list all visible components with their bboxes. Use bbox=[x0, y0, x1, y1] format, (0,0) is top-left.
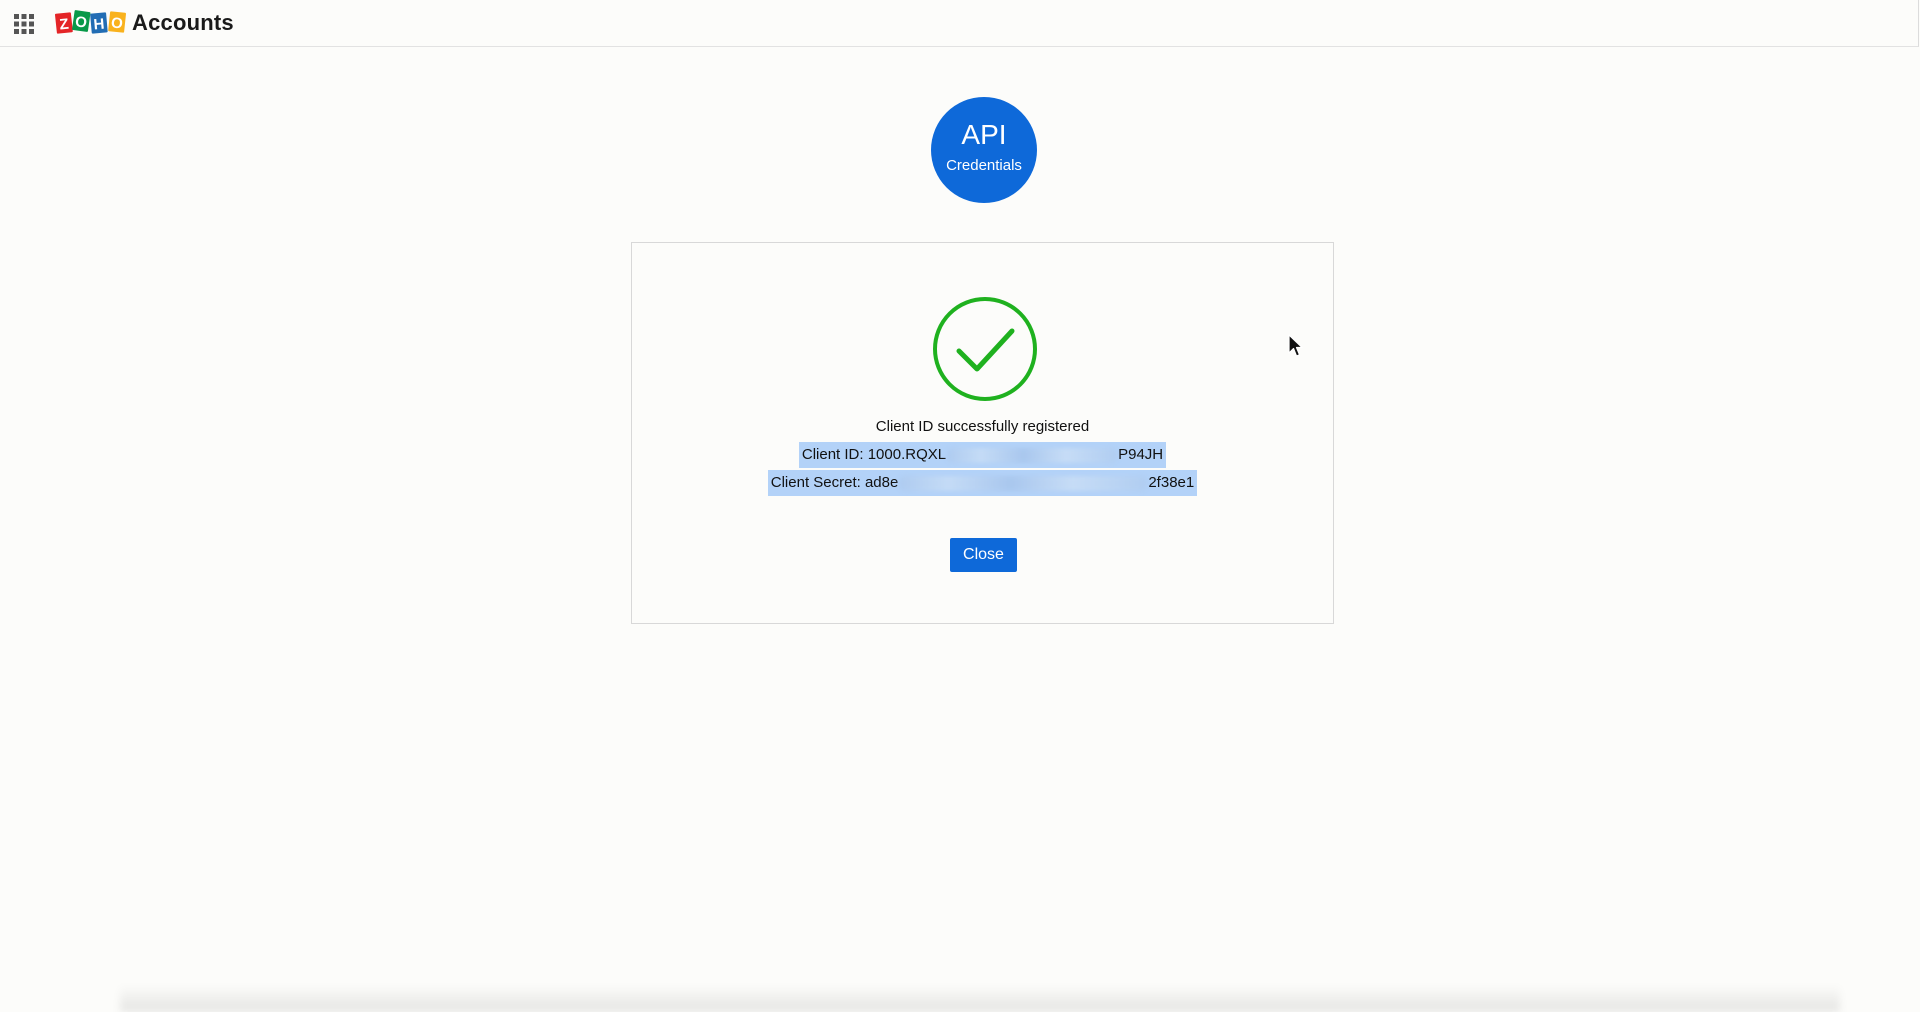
success-message: Client ID successfully registered bbox=[875, 418, 1090, 435]
client-id-line: Client ID: 1000.RQXL P94JH bbox=[632, 442, 1333, 468]
svg-text:Z: Z bbox=[59, 16, 70, 34]
badge-subtitle: Credentials bbox=[946, 157, 1022, 174]
registration-success-panel: Client ID successfully registered Client… bbox=[631, 242, 1334, 624]
client-secret-line: Client Secret: ad8e 2f38e1 bbox=[632, 470, 1333, 496]
svg-text:O: O bbox=[110, 14, 124, 32]
client-id-end: P94JH bbox=[1118, 446, 1164, 463]
badge-title: API bbox=[961, 119, 1007, 150]
client-id-label: Client ID: 1000.RQXL bbox=[801, 446, 947, 463]
client-secret-end: 2f38e1 bbox=[1148, 474, 1195, 491]
client-secret-label: Client Secret: ad8e bbox=[770, 474, 899, 491]
mouse-cursor-icon bbox=[1288, 334, 1303, 357]
bottom-shadow bbox=[120, 985, 1840, 1012]
top-bar: Z O H O Accounts bbox=[0, 0, 1919, 47]
client-secret-selection[interactable]: Client Secret: ad8e 2f38e1 bbox=[767, 470, 1198, 496]
api-credentials-badge: API Credentials bbox=[931, 97, 1037, 203]
client-id-selection[interactable]: Client ID: 1000.RQXL P94JH bbox=[798, 442, 1167, 468]
svg-text:H: H bbox=[93, 16, 105, 34]
close-button[interactable]: Close bbox=[950, 538, 1017, 572]
redacted-client-secret bbox=[899, 475, 1148, 491]
zoho-logo[interactable]: Z O H O bbox=[55, 9, 127, 37]
check-circle-icon bbox=[933, 297, 1037, 401]
brand-title: Accounts bbox=[132, 10, 234, 35]
redacted-client-id bbox=[947, 447, 1118, 463]
app-grid-icon[interactable] bbox=[14, 14, 34, 34]
